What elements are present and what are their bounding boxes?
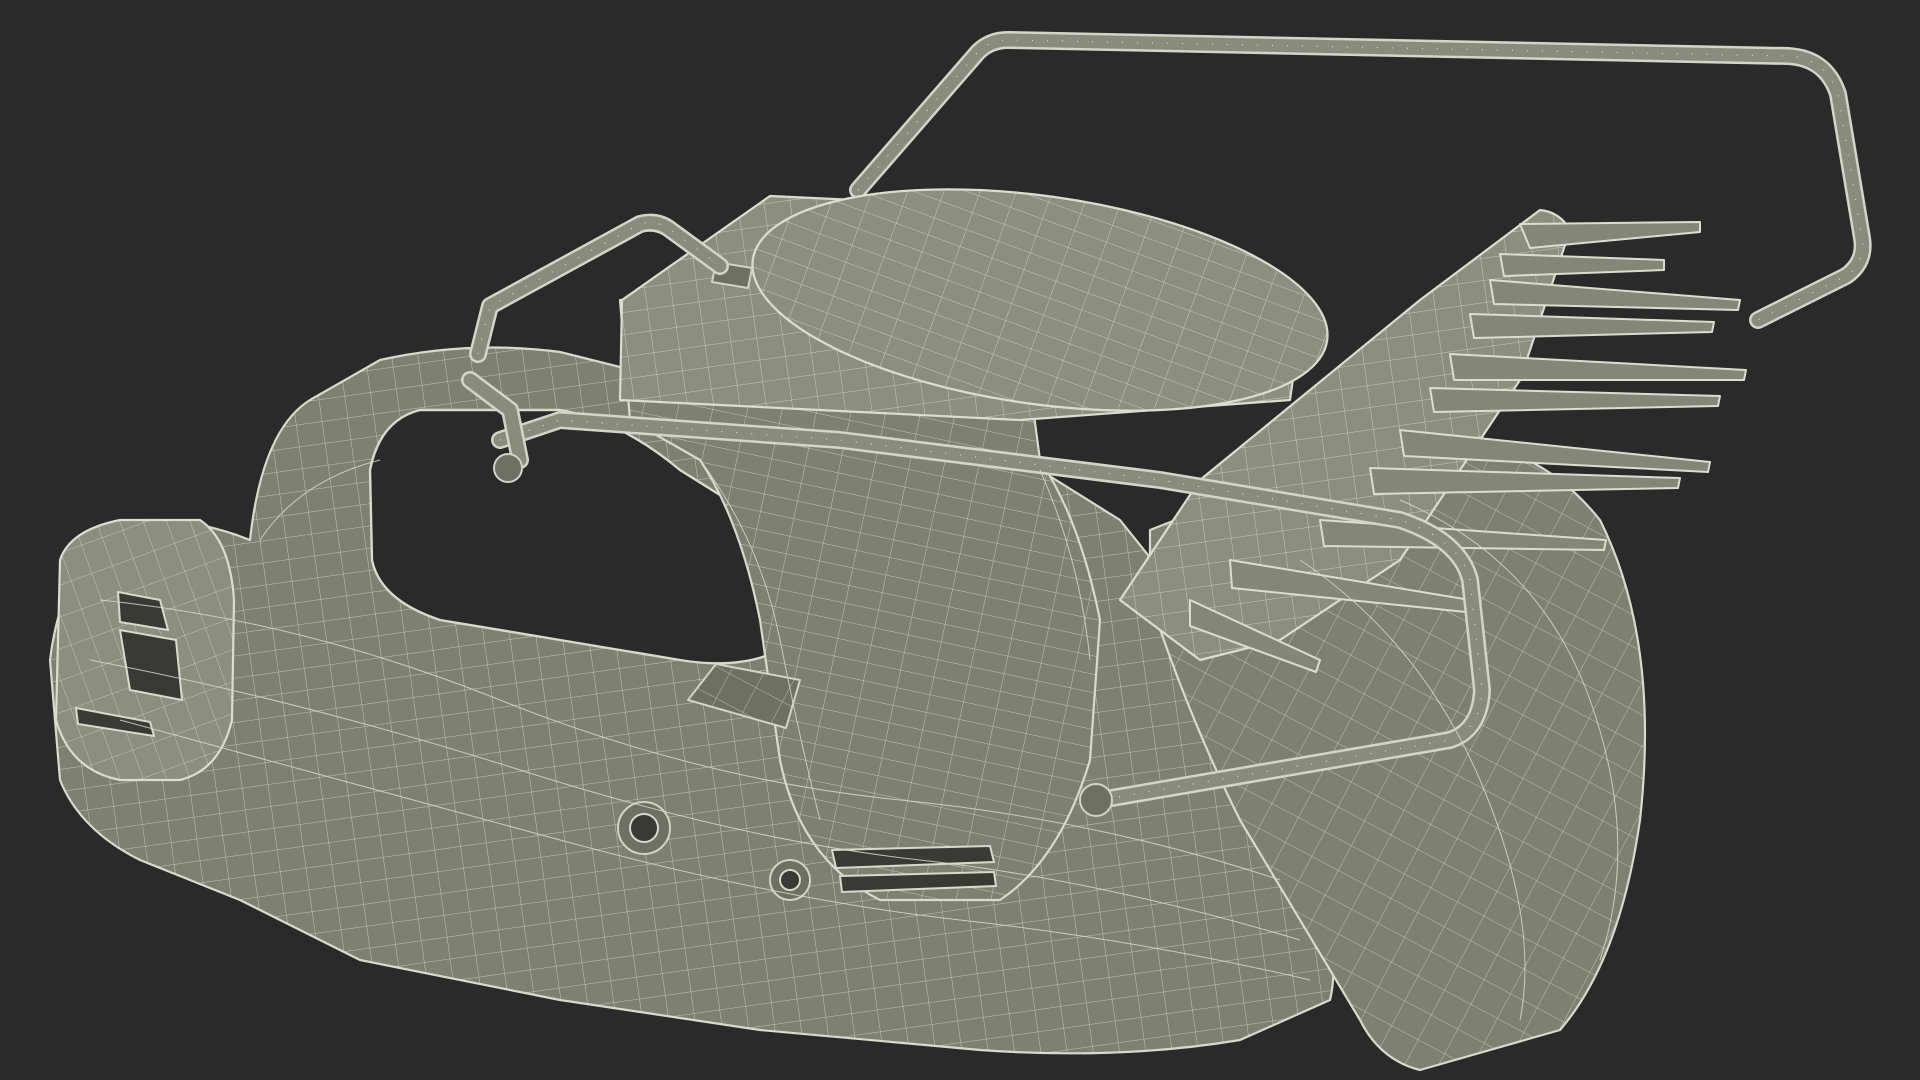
front-cap (54, 518, 236, 782)
wireframe-render (48, 31, 1872, 1072)
viewport (0, 0, 1920, 1080)
